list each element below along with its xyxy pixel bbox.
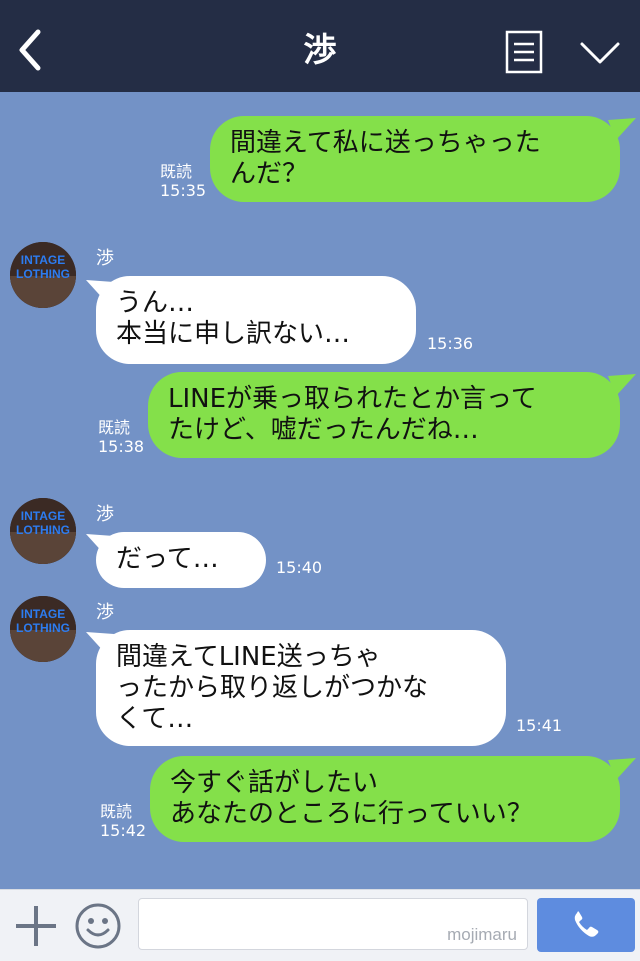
svg-text:INTAGE: INTAGE [21,253,65,267]
bubble-tail [86,534,114,556]
outgoing-message[interactable]: LINEが乗っ取られたとか言って たけど、嘘だったんだね… [148,372,620,458]
read-label: 既読 [160,162,193,181]
message-input[interactable]: mojimaru [138,898,528,950]
read-receipt: 既読 15:38 [98,418,144,456]
bubble-tail [608,118,636,140]
bubble-tail [86,280,114,302]
incoming-message[interactable]: うん… 本当に申し訳ない… [96,276,416,364]
sender-name: 渉 [96,248,114,269]
avatar[interactable]: INTAGE LOTHING [10,596,76,662]
read-receipt: 既読 15:35 [160,162,206,200]
svg-text:INTAGE: INTAGE [21,509,65,523]
svg-text:INTAGE: INTAGE [21,607,65,621]
smiley-icon[interactable] [74,902,122,950]
svg-text:LOTHING: LOTHING [16,621,70,635]
bubble-tail [608,758,636,780]
message-time: 15:35 [160,181,207,200]
call-button[interactable] [537,898,635,952]
read-label: 既読 [100,802,133,821]
read-receipt: 既読 15:42 [100,802,146,840]
bubble-tail [86,632,114,654]
message-time: 15:42 [100,821,147,840]
sender-name: 渉 [96,602,114,623]
incoming-message[interactable]: だって… [96,532,266,588]
message-time: 15:41 [516,716,563,735]
chevron-down-icon[interactable] [578,38,622,68]
watermark: mojimaru [447,925,517,944]
chat-title: 渉 [303,30,337,69]
message-time: 15:38 [98,437,145,456]
phone-icon [574,911,599,937]
incoming-message[interactable]: 間違えてLINE送っちゃ ったから取り返しがつかな くて… [96,630,506,746]
chat-header: 渉 [0,0,640,92]
svg-text:LOTHING: LOTHING [16,523,70,537]
message-time: 15:40 [276,558,323,577]
read-label: 既読 [98,418,131,437]
plus-icon[interactable] [14,904,58,948]
notes-icon[interactable] [505,30,543,74]
outgoing-message[interactable]: 間違えて私に送っちゃった んだ？ [210,116,620,202]
outgoing-message[interactable]: 今すぐ話がしたい あなたのところに行っていい？ [150,756,620,842]
svg-text:LOTHING: LOTHING [16,267,70,281]
composer-bar: mojimaru [0,889,640,961]
bubble-tail [608,374,636,396]
avatar[interactable]: INTAGE LOTHING [10,498,76,564]
sender-name: 渉 [96,504,114,525]
avatar[interactable]: INTAGE LOTHING [10,242,76,308]
chat-area[interactable]: 既読 15:35 間違えて私に送っちゃった んだ？ INTAGE LOTHING … [0,92,640,889]
message-time: 15:36 [427,334,474,353]
